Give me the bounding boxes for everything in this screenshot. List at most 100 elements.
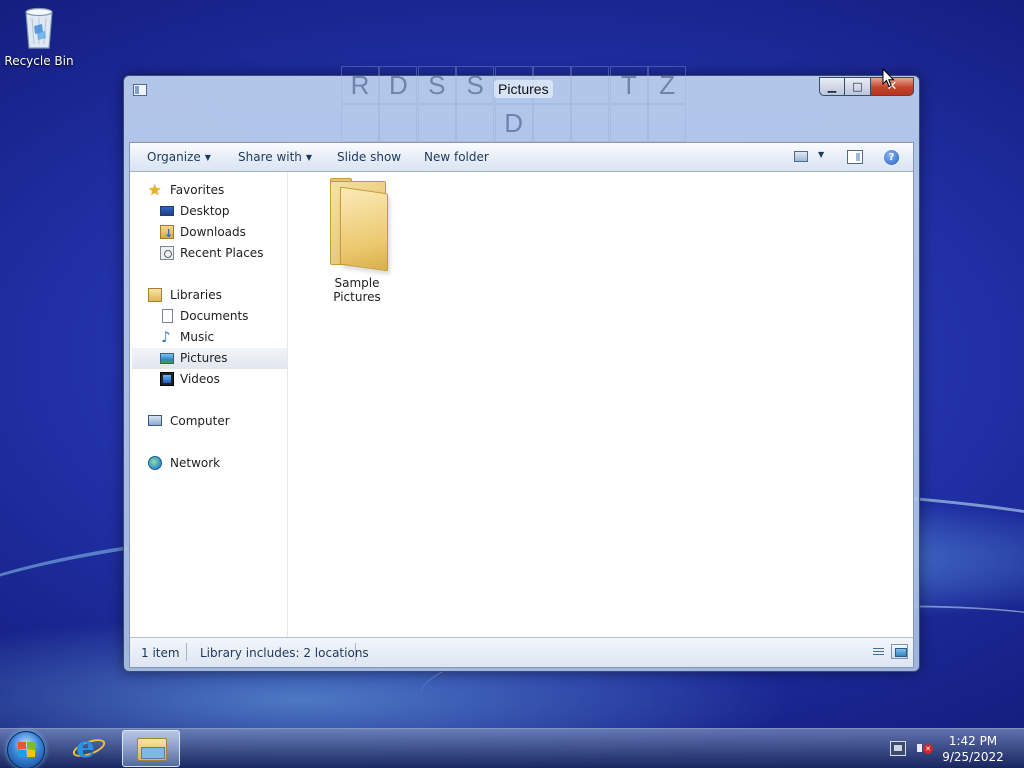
nav-item-documents[interactable]: Documents	[130, 306, 287, 327]
large-icons-view-icon[interactable]	[891, 644, 908, 659]
volume-muted-icon[interactable]	[916, 741, 933, 756]
star-icon: ★	[148, 181, 162, 199]
ghost-letter-cell	[456, 104, 495, 142]
music-icon: ♪	[161, 328, 171, 346]
network-icon	[148, 456, 162, 470]
command-bar: Organize ▼ Share with ▼ Slide show New fol…	[130, 143, 913, 172]
nav-item-recent-places[interactable]: Recent Places	[130, 243, 287, 264]
ghost-letter-cell	[379, 104, 418, 142]
ghost-letter-cell	[533, 104, 571, 142]
clock-date: 9/25/2022	[942, 750, 1004, 764]
internet-explorer-glyph: e	[76, 730, 96, 765]
preview-pane-icon[interactable]	[847, 150, 863, 164]
nav-item-favorites[interactable]: ★ Favorites	[130, 180, 287, 201]
downloads-icon	[160, 223, 174, 244]
change-view-icon[interactable]	[794, 151, 808, 162]
minimize-button[interactable]: ▁	[819, 77, 845, 96]
ghost-letter-cell: Z	[648, 66, 687, 104]
ghost-letter-cell	[571, 66, 610, 104]
nav-item-videos[interactable]: Videos	[130, 369, 287, 390]
view-options-chevron-icon[interactable]: ▼	[818, 150, 824, 159]
computer-icon	[148, 415, 162, 426]
nav-label: Pictures	[180, 351, 228, 365]
videos-icon	[160, 372, 174, 386]
explorer-window[interactable]: RDSSTZD Pictures ▁ □ ✕ Organize ▼ Share w…	[123, 66, 920, 672]
window-title: Pictures	[494, 80, 553, 98]
desktop-icon-recycle-bin[interactable]: Recycle Bin	[4, 6, 74, 68]
start-button[interactable]	[7, 731, 45, 768]
nav-label: Computer	[170, 414, 230, 428]
nav-item-music[interactable]: ♪ Music	[130, 327, 287, 348]
ghost-letter-cell	[648, 104, 687, 142]
ghost-letter-cell: D	[379, 66, 418, 104]
desktop-icon	[160, 206, 174, 216]
item-count: 1 item	[141, 646, 180, 660]
nav-label: Libraries	[170, 288, 222, 302]
folder-item-sample-pictures[interactable]: Sample Pictures	[309, 178, 405, 304]
help-icon[interactable]: ?	[884, 150, 899, 165]
nav-label: Network	[170, 456, 221, 470]
status-bar: 1 item Library includes: 2 locations	[130, 637, 913, 667]
nav-item-desktop[interactable]: Desktop	[130, 201, 287, 222]
slide-show-label: Slide show	[337, 150, 402, 164]
nav-item-computer[interactable]: Computer	[130, 411, 287, 432]
nav-label: Videos	[180, 372, 220, 386]
share-with-button[interactable]: Share with ▼	[238, 150, 312, 164]
details-view-icon[interactable]	[870, 644, 887, 659]
ghost-letter-cell: T	[609, 66, 648, 104]
ghost-letter-overlay: RDSSTZD	[341, 66, 687, 142]
libraries-icon	[148, 288, 162, 302]
ghost-letter-cell: D	[494, 104, 533, 142]
ghost-letter-cell: R	[341, 66, 379, 104]
network-icon[interactable]	[890, 741, 906, 756]
nav-label: Downloads	[180, 225, 246, 239]
status-divider	[186, 643, 187, 661]
ghost-letter-cell	[609, 104, 648, 142]
recycle-bin-label: Recycle Bin	[4, 54, 74, 68]
taskbar-windows-explorer[interactable]	[122, 730, 180, 767]
chevron-down-icon: ▼	[305, 153, 313, 162]
nav-label: Recent Places	[180, 246, 264, 260]
clock[interactable]: 1:42 PM 9/25/2022	[940, 733, 1006, 765]
file-list-area[interactable]: Sample Pictures	[289, 172, 915, 639]
nav-item-libraries[interactable]: Libraries	[130, 285, 287, 306]
ghost-letter-cell	[341, 104, 379, 142]
explorer-body: Organize ▼ Share with ▼ Slide show New fol…	[129, 142, 914, 668]
nav-label: Desktop	[180, 204, 230, 218]
documents-icon	[162, 309, 173, 323]
folder-icon	[137, 738, 167, 761]
new-folder-button[interactable]: New folder	[424, 150, 489, 164]
organize-label: Organize	[147, 150, 201, 164]
maximize-icon: □	[852, 80, 863, 93]
new-folder-label: New folder	[424, 150, 489, 164]
nav-item-downloads[interactable]: Downloads	[130, 222, 287, 244]
caption-buttons: ▁ □ ✕	[819, 77, 914, 96]
folder-icon	[326, 178, 388, 272]
nav-label: Music	[180, 330, 215, 344]
mouse-cursor-icon	[882, 67, 896, 88]
status-divider	[355, 643, 356, 661]
ghost-letter-cell: S	[417, 66, 456, 104]
slide-show-button[interactable]: Slide show	[337, 150, 401, 164]
taskbar: e 1:42 PM 9/25/2022	[0, 728, 1024, 768]
recycle-bin-icon	[22, 6, 56, 50]
folder-name: Sample Pictures	[333, 276, 381, 304]
clock-time: 1:42 PM	[948, 734, 998, 748]
nav-label: Favorites	[170, 183, 225, 197]
window-icon[interactable]	[133, 84, 147, 96]
windows-flag-icon	[18, 742, 36, 759]
navigation-pane: ★ Favorites Desktop Downloads Recent Pla…	[130, 172, 288, 639]
taskbar-internet-explorer[interactable]: e	[66, 730, 114, 767]
recent-places-icon	[160, 246, 174, 260]
ghost-letter-cell: S	[456, 66, 495, 104]
ghost-letter-cell	[571, 104, 610, 142]
library-info: Library includes: 2 locations	[200, 646, 369, 660]
share-with-label: Share with	[238, 150, 302, 164]
nav-item-pictures[interactable]: Pictures	[132, 348, 287, 369]
minimize-icon: ▁	[827, 80, 837, 93]
organize-button[interactable]: Organize ▼	[147, 150, 211, 164]
maximize-button[interactable]: □	[845, 77, 871, 96]
chevron-down-icon: ▼	[204, 153, 211, 162]
nav-label: Documents	[180, 309, 249, 323]
nav-item-network[interactable]: Network	[130, 453, 287, 474]
